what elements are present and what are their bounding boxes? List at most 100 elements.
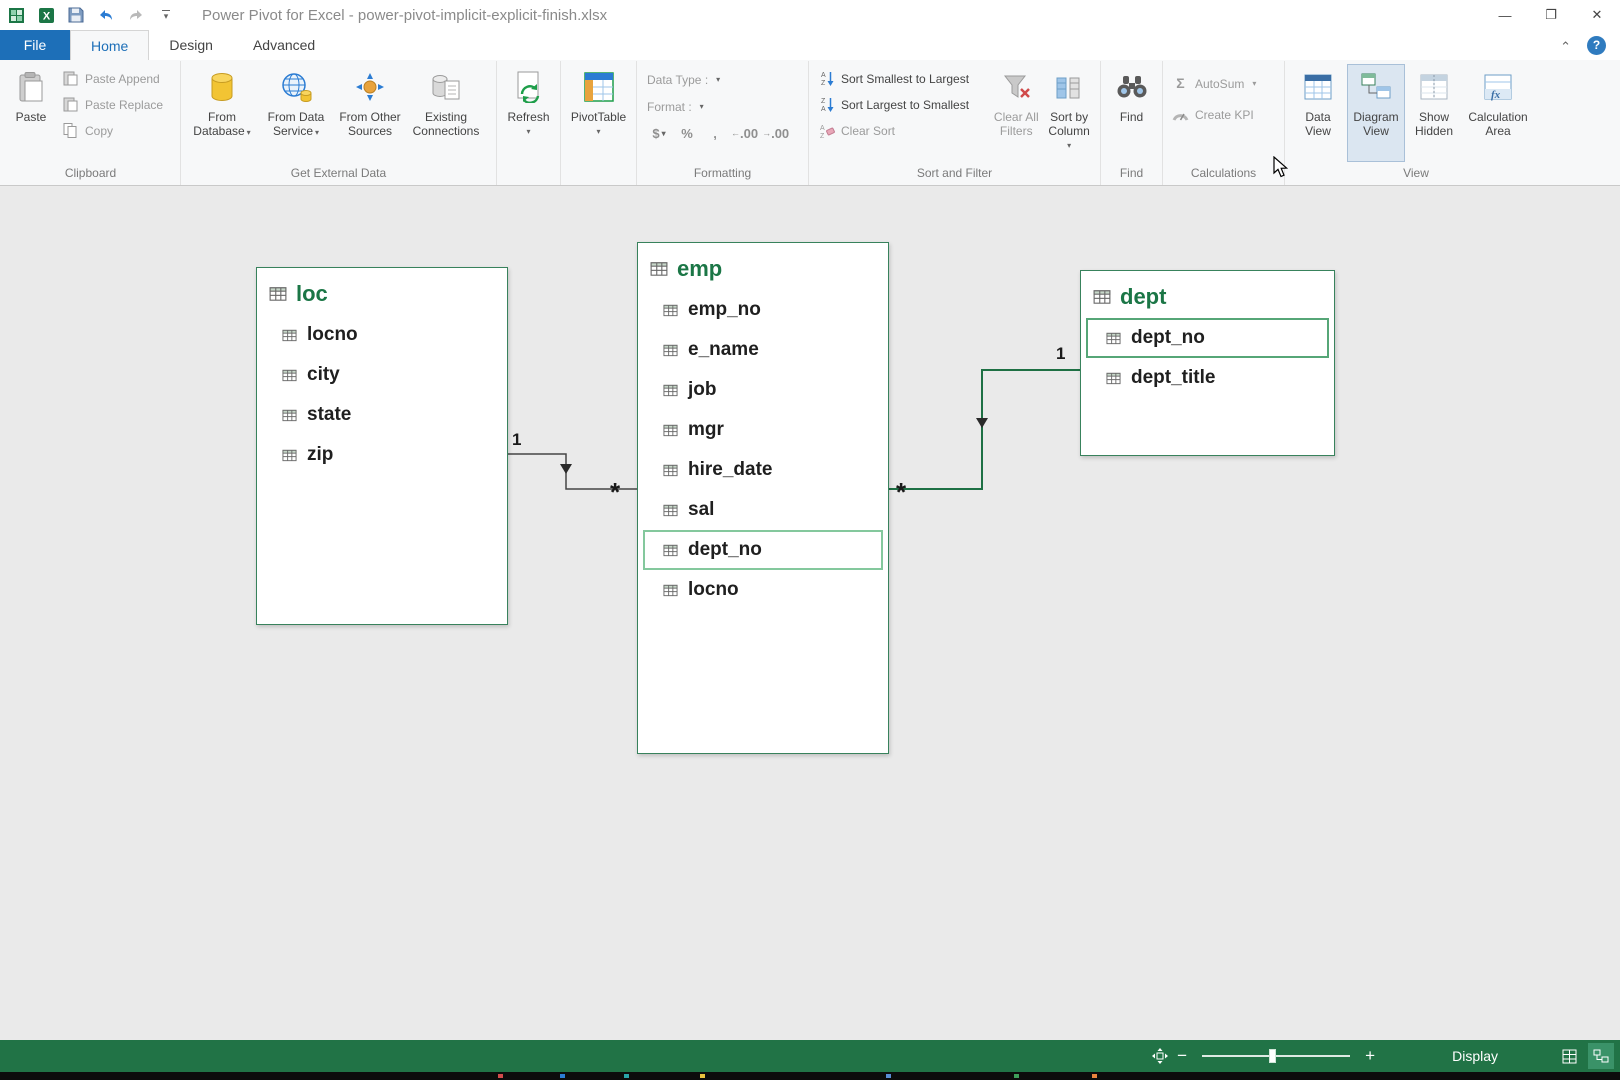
show-hidden-button[interactable]: Show Hidden	[1405, 64, 1463, 162]
pivottable-button[interactable]: PivotTable▾	[565, 64, 632, 162]
diagram-table-loc[interactable]: loclocno city state zip	[256, 267, 508, 625]
zoom-slider-thumb[interactable]	[1269, 1049, 1276, 1063]
window-title: Power Pivot for Excel - power-pivot-impl…	[202, 7, 607, 24]
diagram-table-emp[interactable]: emp emp_no e_namejobmgr hire_datesal dept_no…	[637, 242, 889, 754]
grid-view-toggle-icon[interactable]	[1556, 1043, 1582, 1069]
titlebar: X ▾ Power Pivot for Excel - power-pivot-…	[0, 0, 1620, 30]
from-data-service-button[interactable]: From Data Service▾	[259, 64, 333, 162]
copy-button[interactable]: Copy	[57, 119, 168, 142]
zoom-in-button[interactable]: +	[1360, 1046, 1380, 1066]
field-name: emp_no	[688, 299, 761, 321]
help-icon[interactable]: ?	[1587, 36, 1606, 55]
decrease-decimal-button[interactable]: →.00	[762, 122, 789, 144]
data-view-button[interactable]: Data View	[1289, 64, 1347, 162]
field-name: zip	[307, 444, 333, 466]
field-name: city	[307, 364, 340, 386]
field-loc-locno[interactable]: locno	[262, 315, 502, 355]
calculation-area-fx-icon: fx	[1481, 70, 1515, 104]
table-header-dept[interactable]: dept	[1081, 271, 1334, 316]
undo-icon[interactable]	[96, 5, 116, 25]
field-name: state	[307, 404, 351, 426]
diagram-view-toggle-icon[interactable]	[1588, 1043, 1614, 1069]
field-emp-job[interactable]: job	[643, 370, 883, 410]
table-icon	[269, 285, 287, 303]
field-loc-zip[interactable]: zip	[262, 435, 502, 475]
field-emp-mgr[interactable]: mgr	[643, 410, 883, 450]
increase-decimal-button[interactable]: ←.00	[731, 122, 758, 144]
clear-all-filters-button[interactable]: Clear All Filters	[990, 64, 1042, 162]
table-header-loc[interactable]: loc	[257, 268, 507, 313]
percent-format-button[interactable]: %	[675, 122, 699, 144]
sort-by-column-button[interactable]: Sort by Column▾	[1042, 64, 1096, 162]
field-emp-sal[interactable]: sal	[643, 490, 883, 530]
field-loc-state[interactable]: state	[262, 395, 502, 435]
field-name: dept_title	[1131, 367, 1215, 389]
pivottable-icon	[582, 70, 616, 104]
autosum-button[interactable]: Σ AutoSum▾	[1167, 72, 1261, 95]
tab-design[interactable]: Design	[149, 30, 233, 60]
field-emp-locno[interactable]: locno	[643, 570, 883, 610]
qat-customize-caret[interactable]: ▾	[156, 5, 176, 25]
group-pivottable: PivotTable▾	[561, 61, 637, 185]
tab-file[interactable]: File	[0, 30, 70, 60]
table-icon	[1106, 371, 1121, 386]
currency-format-button[interactable]: $▾	[647, 122, 671, 144]
zoom-slider[interactable]	[1202, 1055, 1350, 1057]
close-button[interactable]: ✕	[1574, 0, 1620, 30]
group-calculations: Σ AutoSum▾ Create KPI Calculations	[1163, 61, 1285, 185]
paste-append-button[interactable]: Paste Append	[57, 67, 168, 90]
field-dept-dept_title[interactable]: dept_title	[1086, 358, 1329, 398]
minimize-button[interactable]: —	[1482, 0, 1528, 30]
tab-home[interactable]: Home	[70, 30, 149, 60]
show-hidden-icon	[1417, 70, 1451, 104]
redo-icon[interactable]	[126, 5, 146, 25]
field-name: hire_date	[688, 459, 772, 481]
svg-text:A: A	[820, 125, 825, 132]
app-icon	[6, 5, 26, 25]
field-loc-city[interactable]: city	[262, 355, 502, 395]
table-icon	[282, 328, 297, 343]
sort-ascending-icon: AZ	[818, 70, 835, 87]
excel-icon[interactable]: X	[36, 5, 56, 25]
create-kpi-button[interactable]: Create KPI	[1167, 103, 1261, 126]
field-emp-dept_no[interactable]: dept_no	[643, 530, 883, 570]
data-type-dropdown[interactable]: Data Type :▾	[647, 68, 798, 91]
paste-replace-button[interactable]: Paste Replace	[57, 93, 168, 116]
table-icon	[663, 503, 678, 518]
table-header-emp[interactable]: emp	[638, 243, 888, 288]
tab-advanced[interactable]: Advanced	[233, 30, 335, 60]
relationship-emp-dept[interactable]	[889, 370, 1080, 489]
maximize-button[interactable]: ❐	[1528, 0, 1574, 30]
paste-icon	[14, 70, 48, 104]
table-fields: locno city state zip	[257, 313, 507, 475]
sort-largest-to-smallest-button[interactable]: ZA Sort Largest to Smallest	[813, 93, 990, 116]
diagram-canvas[interactable]: 1 * * 1 loclocnocitystatezipempemp_noe_n…	[0, 187, 1620, 1040]
fit-to-screen-icon[interactable]	[1148, 1044, 1172, 1068]
field-emp-emp_no[interactable]: emp_no	[643, 290, 883, 330]
sort-smallest-to-largest-button[interactable]: AZ Sort Smallest to Largest	[813, 67, 990, 90]
from-database-button[interactable]: From Database▾	[185, 64, 259, 162]
group-label-sort-filter: Sort and Filter	[809, 164, 1100, 185]
format-dropdown[interactable]: Format :▾	[647, 95, 798, 118]
svg-text:Z: Z	[820, 133, 825, 139]
diagram-view-button[interactable]: Diagram View	[1347, 64, 1405, 162]
table-icon	[663, 343, 678, 358]
other-sources-icon	[353, 70, 387, 104]
field-emp-e_name[interactable]: e_name	[643, 330, 883, 370]
group-clipboard: Paste Paste Append Paste Replace Copy	[1, 61, 181, 185]
save-icon[interactable]	[66, 5, 86, 25]
paste-button[interactable]: Paste	[5, 64, 57, 162]
clear-sort-button[interactable]: AZ Clear Sort	[813, 119, 990, 142]
from-other-sources-button[interactable]: From Other Sources	[333, 64, 407, 162]
calculation-area-button[interactable]: fx Calculation Area	[1463, 64, 1533, 162]
diagram-table-dept[interactable]: deptdept_no dept_title	[1080, 270, 1335, 456]
refresh-button[interactable]: Refresh▾	[501, 64, 556, 162]
zoom-out-button[interactable]: −	[1172, 1046, 1192, 1066]
field-emp-hire_date[interactable]: hire_date	[643, 450, 883, 490]
collapse-ribbon-icon[interactable]: ⌃	[1560, 39, 1571, 55]
thousands-separator-button[interactable]: ,	[703, 122, 727, 144]
existing-connections-button[interactable]: Existing Connections	[407, 64, 485, 162]
field-name: sal	[688, 499, 714, 521]
field-dept-dept_no[interactable]: dept_no	[1086, 318, 1329, 358]
find-button[interactable]: Find	[1105, 64, 1158, 162]
